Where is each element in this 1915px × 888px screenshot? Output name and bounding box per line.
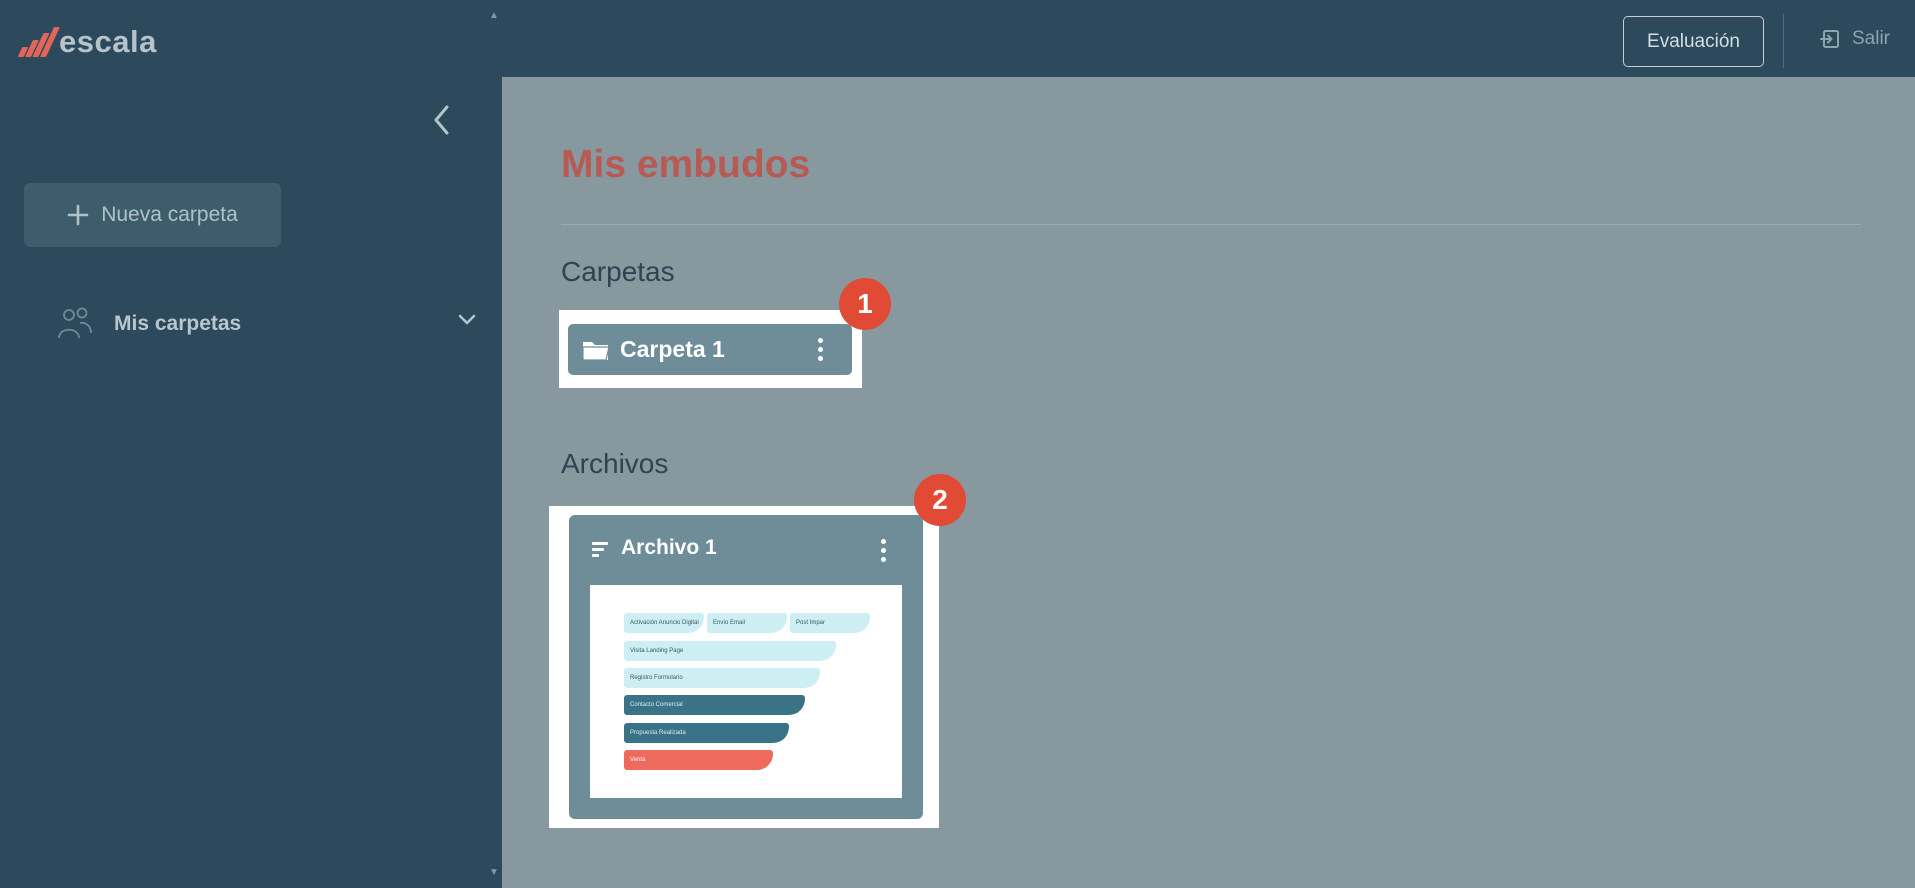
folders-section-title: Carpetas — [561, 256, 675, 287]
annotation-badge-2: 2 — [914, 474, 966, 526]
logo-text: escala — [59, 24, 157, 59]
funnel-stage: Propuesta Realizada — [624, 723, 789, 743]
evaluation-button[interactable]: Evaluación — [1623, 16, 1764, 67]
funnel-stage: Contacto Comercial — [624, 695, 805, 715]
chevron-down-icon[interactable] — [458, 314, 476, 326]
funnel-stage: Venta — [624, 750, 773, 770]
files-section-title: Archivos — [561, 448, 669, 479]
my-folders-item[interactable]: Mis carpetas — [56, 302, 476, 346]
file-card[interactable]: Archivo 1 Activación Anuncio Digital Env… — [569, 515, 923, 819]
escala-logo[interactable]: escala — [17, 24, 157, 60]
folder-options-icon[interactable] — [818, 338, 823, 361]
sidebar: ▲ Nueva carpeta Mis carpetas ▼ — [0, 10, 502, 888]
sidebar-scroll-up-icon[interactable]: ▲ — [489, 10, 499, 21]
main-content: Mis embudos Carpetas Carpeta 1 1 Archivo… — [502, 77, 1915, 888]
title-divider — [561, 224, 1861, 225]
file-options-icon[interactable] — [881, 539, 886, 562]
logout-label: Salir — [1852, 28, 1891, 49]
funnel-lines-icon — [592, 542, 608, 557]
plus-icon — [67, 204, 89, 226]
header-divider — [1783, 14, 1784, 68]
chevron-left-icon — [434, 105, 449, 135]
logo-bars-icon — [17, 27, 60, 57]
folder-icon — [582, 341, 610, 361]
new-folder-label: Nueva carpeta — [101, 203, 238, 226]
funnel-stage: Visita Landing Page — [624, 641, 836, 661]
file-name: Archivo 1 — [621, 536, 717, 559]
page-title: Mis embudos — [561, 143, 811, 186]
new-folder-button[interactable]: Nueva carpeta — [24, 183, 281, 247]
logout-button[interactable]: Salir — [1820, 28, 1890, 50]
funnel-stage: Post Impar — [790, 613, 870, 633]
annotation-badge-1: 1 — [839, 278, 891, 330]
folder-name: Carpeta 1 — [620, 336, 725, 362]
folder-card[interactable]: Carpeta 1 — [568, 324, 852, 375]
funnel-preview[interactable]: Activación Anuncio Digital Envío Email P… — [590, 585, 902, 798]
collapse-sidebar-button[interactable] — [428, 100, 456, 140]
top-bar: escala Evaluación Salir — [0, 0, 1915, 77]
funnel-stage: Activación Anuncio Digital — [624, 613, 704, 633]
my-folders-label: Mis carpetas — [114, 312, 242, 335]
sidebar-scroll-down-icon[interactable]: ▼ — [489, 867, 499, 878]
logout-icon — [1820, 30, 1839, 48]
funnel-stage: Registro Formulario — [624, 668, 820, 688]
funnel-stage: Envío Email — [707, 613, 787, 633]
users-icon — [58, 307, 92, 339]
